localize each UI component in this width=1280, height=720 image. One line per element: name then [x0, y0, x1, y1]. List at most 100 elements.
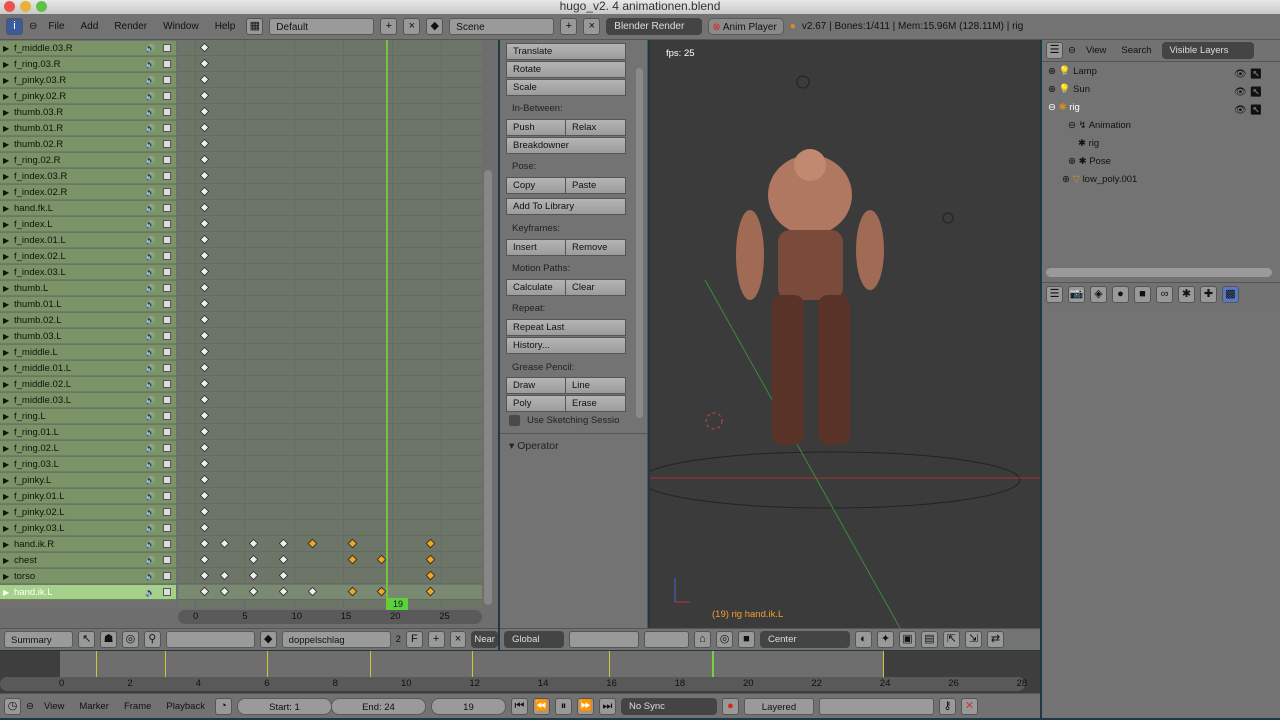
properties-editor-icon[interactable]: ☰: [1046, 285, 1063, 303]
expand-icon[interactable]: ▶: [3, 553, 9, 568]
start-frame-field[interactable]: Start: 1: [236, 697, 332, 715]
gp-erase-button[interactable]: Erase: [565, 395, 626, 412]
channel-row[interactable]: ▶ thumb.02.L 🔊: [0, 313, 176, 328]
mute-icon[interactable]: 🔊: [145, 121, 155, 136]
keyframe[interactable]: [248, 538, 259, 549]
cube-icon[interactable]: ■: [738, 631, 755, 648]
auto-keying-record-icon[interactable]: ●: [721, 697, 739, 715]
keyframe[interactable]: [199, 538, 210, 549]
mute-icon[interactable]: 🔊: [145, 537, 155, 552]
lock-icon[interactable]: [163, 348, 171, 356]
expand-icon[interactable]: ▶: [3, 409, 9, 424]
channel-row[interactable]: ▶ thumb.01.R 🔊: [0, 121, 176, 136]
texture-tab-icon[interactable]: ▩: [1222, 285, 1239, 303]
remove-keyframe-button[interactable]: Remove: [565, 239, 626, 256]
keyframe[interactable]: [248, 586, 259, 597]
gp-poly-button[interactable]: Poly: [506, 395, 566, 412]
mute-icon[interactable]: 🔊: [145, 377, 155, 392]
scene-icon[interactable]: ◆: [426, 18, 444, 35]
channel-row[interactable]: ▶ hand.ik.R 🔊: [0, 537, 176, 552]
lock-icon[interactable]: [163, 268, 171, 276]
menu-file[interactable]: File: [43, 21, 69, 32]
lock-icon[interactable]: [163, 188, 171, 196]
sketching-checkbox[interactable]: [509, 415, 520, 426]
tool-shelf-scrollbar[interactable]: [636, 68, 643, 418]
expand-icon[interactable]: ▶: [3, 73, 9, 88]
summary-toggle[interactable]: Summary: [4, 631, 74, 648]
keyframe[interactable]: [199, 570, 210, 581]
channel-row[interactable]: ▶ f_pinky.03.L 🔊: [0, 521, 176, 536]
lamp-object[interactable]: [796, 75, 810, 89]
keyframe[interactable]: [199, 42, 210, 53]
keyframe[interactable]: [199, 186, 210, 197]
channel-row[interactable]: ▶ hand.ik.L 🔊: [0, 585, 176, 600]
keyframe[interactable]: [199, 458, 210, 469]
channel-row[interactable]: ▶ thumb.L 🔊: [0, 281, 176, 296]
expand-icon[interactable]: ▶: [3, 441, 9, 456]
channel-row[interactable]: ▶ thumb.03.R 🔊: [0, 105, 176, 120]
mute-icon[interactable]: 🔊: [145, 473, 155, 488]
keyframe[interactable]: [347, 538, 358, 549]
expand-icon[interactable]: ▶: [3, 89, 9, 104]
pause-icon[interactable]: ⏸: [554, 697, 572, 715]
render-tab-icon[interactable]: 📷: [1068, 285, 1085, 303]
outliner-menu-view[interactable]: View: [1081, 45, 1111, 56]
keyframe[interactable]: [307, 586, 318, 597]
mute-icon[interactable]: 🔊: [145, 201, 155, 216]
mute-icon[interactable]: 🔊: [145, 441, 155, 456]
lock-icon[interactable]: [163, 108, 171, 116]
armature-tab-icon[interactable]: ✱: [1178, 285, 1195, 303]
lock-icon[interactable]: [163, 316, 171, 324]
keyframe[interactable]: [219, 570, 229, 581]
lock-icon[interactable]: [163, 476, 171, 484]
keyframe[interactable]: [199, 106, 210, 117]
channel-row[interactable]: ▶ f_index.02.R 🔊: [0, 185, 176, 200]
keyframe[interactable]: [199, 346, 210, 357]
jump-keyframe-back-icon[interactable]: ⏪: [532, 697, 550, 715]
mute-icon[interactable]: 🔊: [145, 521, 155, 536]
channel-row[interactable]: ▶ f_pinky.01.L 🔊: [0, 489, 176, 504]
scale-button[interactable]: Scale: [506, 79, 626, 96]
remove-scene-icon[interactable]: ×: [583, 18, 601, 35]
expand-icon[interactable]: ▶: [3, 377, 9, 392]
outliner-editor-icon[interactable]: ☰: [1046, 42, 1063, 59]
add-to-library-button[interactable]: Add To Library: [506, 198, 626, 215]
layer-buttons-2[interactable]: [644, 631, 689, 648]
sync-mode-select[interactable]: No Sync: [620, 697, 717, 715]
keyframe[interactable]: [199, 362, 210, 373]
operator-panel-header[interactable]: ▾ Operator: [509, 440, 559, 452]
expand-icon[interactable]: ▶: [3, 121, 9, 136]
copy-pose-icon[interactable]: ⇱: [943, 631, 960, 648]
mute-icon[interactable]: 🔊: [145, 265, 155, 280]
keyframe[interactable]: [199, 234, 210, 245]
collapse-icon[interactable]: ⊖: [1068, 45, 1076, 56]
outliner-item-low-poly[interactable]: ⊕ ▽ low_poly.001: [1042, 171, 1280, 189]
timeline-editor-icon[interactable]: ◷: [4, 697, 21, 715]
expand-icon[interactable]: ▶: [3, 217, 9, 232]
keyframe[interactable]: [199, 554, 210, 565]
3d-cursor-icon[interactable]: [705, 412, 723, 430]
constraints-tab-icon[interactable]: ∞: [1156, 285, 1173, 303]
lock-icon[interactable]: [163, 140, 171, 148]
3d-viewport[interactable]: fps: 25 (19) rig hand.ik.L: [639, 40, 1040, 629]
channel-row[interactable]: ▶ hand.fk.L 🔊: [0, 201, 176, 216]
channel-row[interactable]: ▶ f_middle.03.L 🔊: [0, 393, 176, 408]
lock-icon[interactable]: [163, 588, 171, 596]
keyframe[interactable]: [425, 538, 436, 549]
expand-icon[interactable]: ▶: [3, 569, 9, 584]
keyframe[interactable]: [425, 570, 436, 581]
expand-icon[interactable]: ▶: [3, 473, 9, 488]
filter-search-input[interactable]: [165, 631, 255, 648]
keyframe[interactable]: [199, 298, 210, 309]
keyframe[interactable]: [199, 154, 210, 165]
lock-icon[interactable]: [163, 364, 171, 372]
channel-row[interactable]: ▶ f_middle.01.L 🔊: [0, 361, 176, 376]
expand-icon[interactable]: ▶: [3, 281, 9, 296]
clear-paths-button[interactable]: Clear: [565, 279, 626, 296]
channel-row[interactable]: ▶ chest 🔊: [0, 553, 176, 568]
expand-icon[interactable]: ▶: [3, 105, 9, 120]
expand-icon[interactable]: ▶: [3, 521, 9, 536]
expand-icon[interactable]: ▶: [3, 329, 9, 344]
menu-window[interactable]: Window: [158, 21, 204, 32]
expand-icon[interactable]: ▶: [3, 537, 9, 552]
